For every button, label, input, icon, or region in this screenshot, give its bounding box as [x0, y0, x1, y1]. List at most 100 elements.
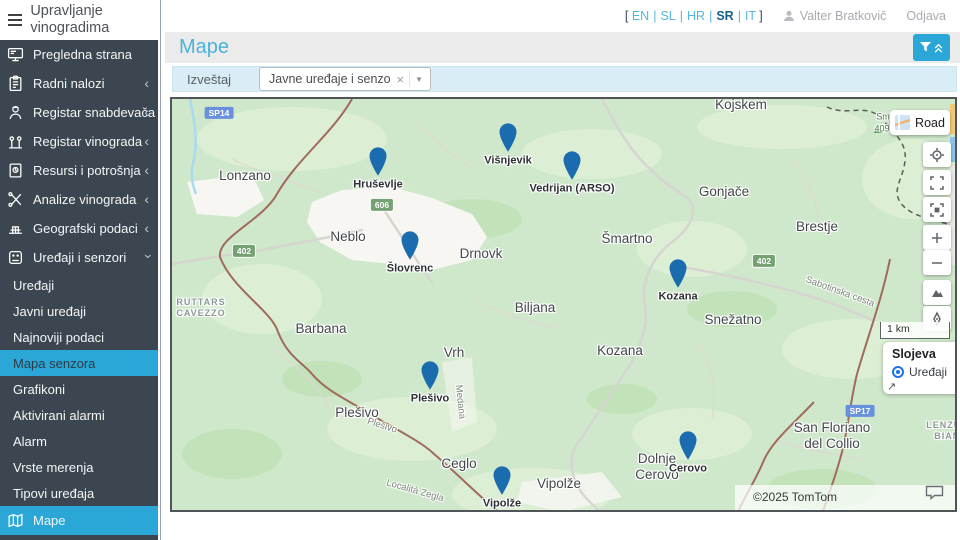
layers-panel: Slojeva Uređaji ↗ — [883, 342, 955, 394]
sidebar-item-geografski-podaci[interactable]: Geografski podaci ‹ — [0, 214, 158, 243]
expand-arrow-icon[interactable]: ↗ — [887, 380, 896, 393]
feedback-bubble-icon[interactable] — [925, 485, 944, 505]
sidebar-item-resursi-i-potrosnja[interactable]: Resursi i potrošnja ‹ — [0, 156, 158, 185]
map-pin[interactable] — [669, 259, 687, 288]
report-dropdown[interactable]: Javne uređaje i senzori × ▼ — [259, 67, 431, 91]
road-badge: SP17 — [845, 404, 875, 418]
sidebar-item-label: Uređaji i senzori — [33, 250, 127, 265]
supplier-icon — [4, 104, 26, 122]
sidebar-item-label: Javni uređaji — [13, 303, 86, 319]
sidebar-item-label: Najnoviji podaci — [13, 329, 105, 345]
separator: | — [737, 9, 741, 23]
map-pin[interactable] — [421, 361, 439, 390]
sensors-icon — [4, 249, 26, 267]
dashboard-icon — [4, 46, 26, 64]
sidebar-item-pregledna-strana[interactable]: Pregledna strana — [0, 40, 158, 69]
road-badge: SP14 — [204, 106, 234, 120]
road-badge: 402 — [232, 244, 256, 258]
filter-bar: Izveštaj Javne uređaje i senzori × ▼ — [172, 66, 957, 92]
clipboard-icon — [4, 75, 26, 93]
separator: | — [709, 9, 713, 23]
user-icon — [783, 10, 794, 21]
clear-icon[interactable]: × — [391, 72, 409, 87]
chevron-left-icon: ‹ — [144, 161, 149, 178]
zoom-out-button[interactable] — [923, 250, 951, 275]
map-pin[interactable] — [401, 231, 419, 260]
sidebar-item-label: Registar snabdevača — [33, 105, 156, 120]
resources-icon — [4, 162, 26, 180]
sidebar-item-mapa-senzora[interactable]: Mapa senzora — [0, 350, 158, 376]
fullscreen-button[interactable] — [923, 170, 951, 195]
sidebar-item-label: Resursi i potrošnja — [33, 163, 141, 178]
language-switcher: [ EN | SL | HR | SR | IT ] — [625, 9, 763, 23]
sidebar-item-grafikoni[interactable]: Grafikoni — [0, 376, 158, 402]
separator: | — [679, 9, 683, 23]
filter-label: Izveštaj — [187, 71, 232, 87]
geolocate-button[interactable] — [923, 142, 951, 167]
sidebar-item-tipovi-uredjaja[interactable]: Tipovi uređaja — [0, 480, 158, 506]
map-pin[interactable] — [563, 151, 581, 180]
sidebar-item-registar-vinograda[interactable]: Registar vinograda ‹ — [0, 127, 158, 156]
center-map-button[interactable] — [923, 197, 951, 222]
sidebar: Upravljanje vinogradima Pregledna strana… — [0, 0, 158, 540]
sidebar-item-label: Alarm — [13, 433, 47, 449]
sidebar-item-uredjaji[interactable]: Uređaji — [0, 272, 158, 298]
sidebar-item-vrste-merenja[interactable]: Vrste merenja — [0, 454, 158, 480]
sidebar-item-label: Aktivirani alarmi — [13, 407, 105, 423]
language-link-en[interactable]: EN — [632, 9, 649, 23]
sidebar-header: Upravljanje vinogradima — [0, 0, 158, 40]
app-title: Upravljanje vinogradima — [30, 3, 110, 36]
map-pin[interactable] — [499, 123, 517, 152]
sidebar-item-javni-uredjaji[interactable]: Javni uređaji — [0, 298, 158, 324]
chevron-left-icon: ‹ — [144, 74, 149, 91]
sidebar-item-alarm[interactable]: Alarm — [0, 428, 158, 454]
logout-link[interactable]: Odjava — [906, 9, 946, 23]
radio-checked-icon[interactable] — [892, 366, 904, 378]
language-link-hr[interactable]: HR — [687, 9, 705, 23]
bracket: ] — [755, 9, 763, 23]
map-canvas[interactable]: Kojskem Lonzano Neblo Drnovk Gonjače Šmartno B… — [170, 97, 957, 512]
sidebar-item-analize-vinograda[interactable]: Analize vinograda ‹ — [0, 185, 158, 214]
road-badge: 402 — [752, 254, 776, 268]
map-attribution: ©2025 TomTom — [735, 485, 955, 510]
map-pin[interactable] — [493, 466, 511, 495]
sidebar-item-mape[interactable]: Mape — [0, 506, 158, 535]
map-pin[interactable] — [369, 147, 387, 176]
layer-option-label: Uređaji — [909, 365, 948, 379]
hamburger-menu-icon[interactable] — [8, 14, 23, 26]
map-pin[interactable] — [679, 431, 697, 460]
sidebar-item-aktivirani-alarmi[interactable]: Aktivirani alarmi — [0, 402, 158, 428]
filter-toggle-button[interactable] — [913, 34, 950, 61]
sidebar-item-uredjaji-i-senzori[interactable]: Uređaji i senzori ‹ — [0, 243, 158, 272]
chevron-down-icon: ‹ — [138, 253, 155, 259]
map-scale: 1 km — [880, 322, 950, 339]
chevron-left-icon: ‹ — [144, 190, 149, 207]
sidebar-nav: Pregledna strana Radni nalozi ‹ Registar sn… — [0, 40, 158, 535]
zoom-in-button[interactable] — [923, 225, 951, 250]
app-window: Upravljanje vinogradima Pregledna strana… — [0, 0, 960, 540]
separator: | — [653, 9, 657, 23]
caret-down-icon[interactable]: ▼ — [409, 71, 430, 87]
sidebar-item-najnoviji-podaci[interactable]: Najnoviji podaci — [0, 324, 158, 350]
collapse-chevron-icon — [934, 43, 943, 53]
chevron-left-icon: ‹ — [144, 103, 149, 120]
sidebar-item-radni-nalozi[interactable]: Radni nalozi ‹ — [0, 69, 158, 98]
chevron-left-icon: ‹ — [144, 219, 149, 236]
sidebar-item-label: Mape — [33, 513, 66, 528]
sidebar-item-registar-snabdevaca[interactable]: Registar snabdevača ‹ — [0, 98, 158, 127]
road-badge: 606 — [370, 198, 394, 212]
sidebar-item-label: Uređaji — [13, 277, 55, 293]
filter-funnel-icon — [920, 42, 931, 52]
language-link-sl[interactable]: SL — [660, 9, 675, 23]
language-link-sr[interactable]: SR — [716, 9, 733, 23]
map-style-button[interactable]: Road — [890, 110, 950, 135]
language-link-it[interactable]: IT — [745, 9, 756, 23]
user-name: Valter Bratkovič — [799, 9, 887, 23]
sidebar-item-label: Vrste merenja — [13, 459, 94, 475]
layer-option-devices[interactable]: Uređaji — [892, 365, 953, 379]
sidebar-item-label: Registar vinograda — [33, 134, 143, 149]
page-header: Mape — [165, 32, 960, 63]
sidebar-item-label: Pregledna strana — [33, 47, 133, 62]
sidebar-item-label: Tipovi uređaja — [13, 485, 95, 501]
terrain-pitch-button[interactable] — [923, 280, 951, 305]
